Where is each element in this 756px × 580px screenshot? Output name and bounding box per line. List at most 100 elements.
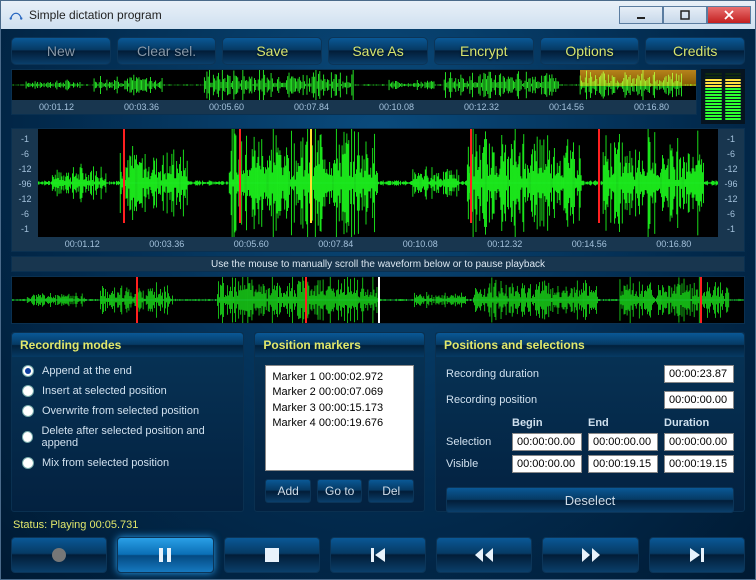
- selection-end: 00:00:00.00: [588, 433, 658, 451]
- marker-item[interactable]: Marker 3 00:00:15.173: [272, 401, 407, 416]
- visible-begin: 00:00:00.00: [512, 455, 582, 473]
- deselect-button[interactable]: Deselect: [446, 487, 734, 513]
- app-icon: [9, 8, 23, 22]
- marker-line[interactable]: [470, 129, 472, 223]
- pause-icon: [156, 546, 174, 564]
- selection-duration: 00:00:00.00: [664, 433, 734, 451]
- recording-mode-option[interactable]: Delete after selected position and appen…: [22, 425, 233, 449]
- col-end: End: [588, 417, 658, 429]
- visible-end: 00:00:19.15: [588, 455, 658, 473]
- transport-bar: [11, 537, 745, 573]
- time-tick: 00:10.08: [354, 102, 439, 112]
- main-time-ruler: 00:01.1200:03.3600:05.6000:07.8400:10.08…: [38, 237, 718, 251]
- radio-icon: [22, 385, 34, 397]
- recording-mode-option[interactable]: Overwrite from selected position: [22, 405, 233, 417]
- marker-item[interactable]: Marker 1 00:00:02.972: [272, 370, 407, 385]
- marker-line[interactable]: [239, 129, 241, 223]
- pause-button[interactable]: [117, 537, 213, 573]
- meter-right: [725, 73, 742, 120]
- marker-item[interactable]: Marker 4 00:00:19.676: [272, 416, 407, 431]
- panel-title: Positions and selections: [436, 333, 744, 357]
- playhead-line[interactable]: [310, 129, 312, 223]
- positions-panel: Positions and selections Recording durat…: [435, 332, 745, 512]
- save-button[interactable]: Save: [222, 37, 322, 65]
- recording-mode-option[interactable]: Append at the end: [22, 365, 233, 377]
- overview-waveform[interactable]: 00:01.1200:03.3600:05.6000:07.8400:10.08…: [11, 69, 697, 115]
- skip-end-button[interactable]: [649, 537, 745, 573]
- time-tick: 00:12.32: [439, 102, 524, 112]
- forward-icon: [580, 546, 602, 564]
- clear-selection-button[interactable]: Clear sel.: [117, 37, 217, 65]
- radio-icon: [22, 431, 33, 443]
- radio-icon: [22, 365, 34, 377]
- marker-line[interactable]: [598, 129, 600, 223]
- marker-list[interactable]: Marker 1 00:00:02.972Marker 2 00:00:07.0…: [265, 365, 414, 471]
- position-markers-panel: Position markers Marker 1 00:00:02.972Ma…: [254, 332, 425, 512]
- radio-icon: [22, 405, 34, 417]
- scroll-playhead: [378, 277, 380, 323]
- recording-mode-option[interactable]: Mix from selected position: [22, 457, 233, 469]
- overview-time-ruler: 00:01.1200:03.3600:05.6000:07.8400:10.08…: [12, 100, 696, 114]
- marker-del-button[interactable]: Del: [368, 479, 414, 503]
- scroll-marker: [700, 277, 702, 323]
- time-tick: 00:16.80: [609, 102, 694, 112]
- recording-mode-option[interactable]: Insert at selected position: [22, 385, 233, 397]
- time-tick: 00:01.12: [14, 102, 99, 112]
- credits-button[interactable]: Credits: [645, 37, 745, 65]
- minimize-button[interactable]: [619, 6, 663, 24]
- rewind-icon: [473, 546, 495, 564]
- time-tick: 00:12.32: [463, 239, 548, 249]
- window-title: Simple dictation program: [29, 8, 619, 22]
- maximize-button[interactable]: [663, 6, 707, 24]
- time-tick: 00:05.60: [184, 102, 269, 112]
- meter-left: [705, 73, 722, 120]
- panel-title: Recording modes: [12, 333, 243, 357]
- scroll-marker: [136, 277, 138, 323]
- new-button[interactable]: New: [11, 37, 111, 65]
- visible-duration: 00:00:19.15: [664, 455, 734, 473]
- close-button[interactable]: [707, 6, 751, 24]
- app-window: Simple dictation program New Clear sel. …: [0, 0, 756, 580]
- skip-start-button[interactable]: [330, 537, 426, 573]
- marker-add-button[interactable]: Add: [265, 479, 311, 503]
- level-meters: [701, 69, 745, 124]
- time-tick: 00:03.36: [99, 102, 184, 112]
- rewind-button[interactable]: [436, 537, 532, 573]
- recording-modes-panel: Recording modes Append at the end Insert …: [11, 332, 244, 512]
- status-prefix: Status:: [13, 519, 47, 531]
- col-begin: Begin: [512, 417, 582, 429]
- time-tick: 00:07.84: [294, 239, 379, 249]
- scroll-waveform[interactable]: [11, 276, 745, 324]
- stop-button[interactable]: [224, 537, 320, 573]
- titlebar[interactable]: Simple dictation program: [1, 1, 755, 29]
- scroll-marker: [305, 277, 307, 323]
- record-button[interactable]: [11, 537, 107, 573]
- marker-goto-button[interactable]: Go to: [317, 479, 363, 503]
- time-tick: 00:03.36: [125, 239, 210, 249]
- row-selection-label: Selection: [446, 436, 506, 448]
- rec-duration-value: 00:00:23.87: [664, 365, 734, 383]
- rec-position-value: 00:00:00.00: [664, 391, 734, 409]
- time-tick: 00:07.84: [269, 102, 354, 112]
- encrypt-button[interactable]: Encrypt: [434, 37, 534, 65]
- rec-duration-label: Recording duration: [446, 368, 658, 380]
- marker-line[interactable]: [123, 129, 125, 223]
- radio-icon: [22, 457, 34, 469]
- main-toolbar: New Clear sel. Save Save As Encrypt Opti…: [11, 37, 745, 65]
- time-tick: 00:14.56: [547, 239, 632, 249]
- overview-selection[interactable]: [580, 70, 696, 86]
- forward-button[interactable]: [542, 537, 638, 573]
- radio-label: Mix from selected position: [42, 457, 169, 469]
- marker-item[interactable]: Marker 2 00:00:07.069: [272, 385, 407, 400]
- radio-label: Delete after selected position and appen…: [41, 425, 233, 449]
- panel-title: Position markers: [255, 333, 424, 357]
- options-button[interactable]: Options: [540, 37, 640, 65]
- row-visible-label: Visible: [446, 458, 506, 470]
- status-bar: Status: Playing 00:05.731: [11, 516, 745, 531]
- col-duration: Duration: [664, 417, 734, 429]
- main-waveform[interactable]: -1-6-12-96-12-6-1 00:01.1200:03.3600:05.…: [11, 128, 745, 252]
- save-as-button[interactable]: Save As: [328, 37, 428, 65]
- radio-label: Append at the end: [42, 365, 132, 377]
- skip-end-icon: [688, 546, 706, 564]
- time-tick: 00:14.56: [524, 102, 609, 112]
